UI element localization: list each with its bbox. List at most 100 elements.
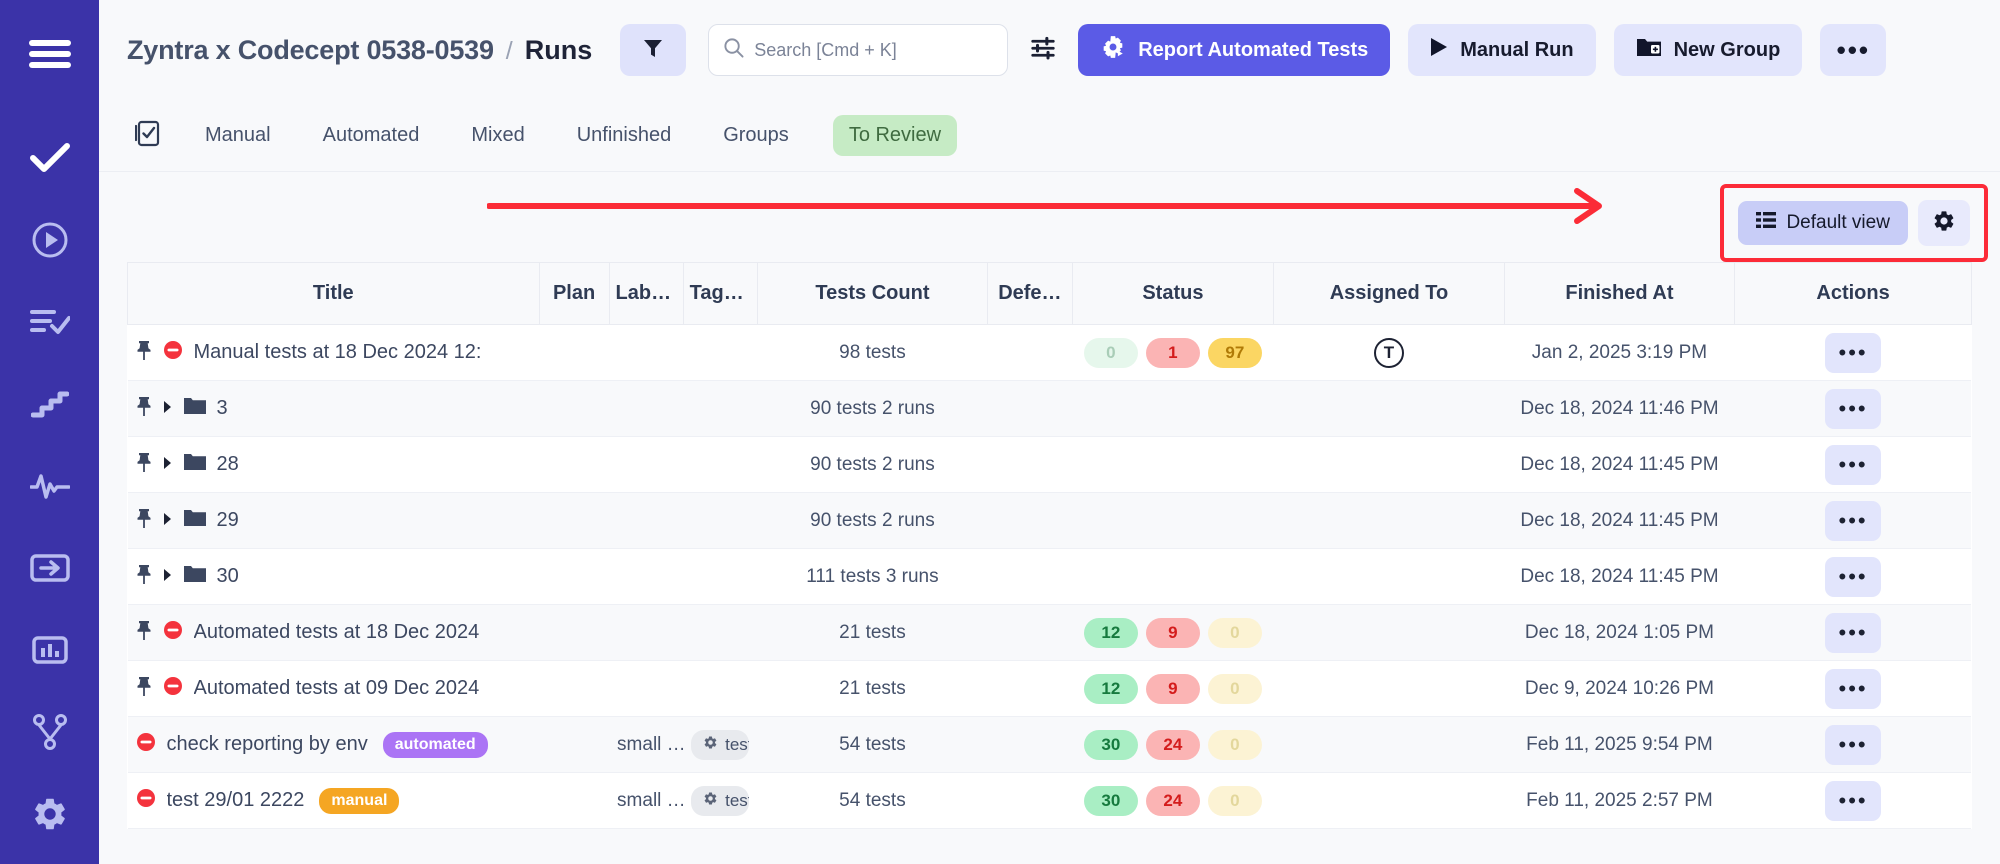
cell-title[interactable]: 29 bbox=[127, 492, 540, 549]
column-header-assigned-to[interactable]: Assigned To bbox=[1273, 262, 1505, 325]
tab-to-review[interactable]: To Review bbox=[832, 115, 958, 156]
row-actions-button[interactable]: ••• bbox=[1825, 388, 1882, 429]
tag-chip[interactable]: test bbox=[691, 785, 750, 816]
tab-all-icon[interactable] bbox=[127, 119, 179, 153]
tab-manual[interactable]: Manual bbox=[179, 124, 297, 147]
cell-title[interactable]: test 29/01 2222 manual bbox=[127, 772, 540, 829]
column-header-labels[interactable]: Labels bbox=[608, 262, 684, 325]
sidebar-item-plans[interactable] bbox=[18, 290, 82, 354]
cell-actions: ••• bbox=[1734, 436, 1972, 493]
cell-tags bbox=[683, 604, 758, 661]
play-circle-icon bbox=[31, 221, 69, 259]
run-title[interactable]: 30 bbox=[217, 565, 239, 588]
run-title[interactable]: 29 bbox=[217, 509, 239, 532]
tag-label: test bbox=[725, 790, 749, 810]
row-actions-button[interactable]: ••• bbox=[1825, 444, 1882, 485]
default-view-button[interactable]: Default view bbox=[1738, 201, 1908, 245]
list-check-icon bbox=[29, 307, 70, 337]
column-header-tests-count[interactable]: Tests Count bbox=[756, 262, 989, 325]
cell-title[interactable]: Manual tests at 18 Dec 2024 12: bbox=[127, 324, 540, 381]
column-header-status[interactable]: Status bbox=[1071, 262, 1275, 325]
table-row[interactable]: Manual tests at 18 Dec 2024 12: 98 tests 0… bbox=[127, 324, 1972, 381]
pin-icon[interactable] bbox=[136, 508, 152, 534]
row-actions-button[interactable]: ••• bbox=[1825, 724, 1882, 765]
manual-run-button[interactable]: Manual Run bbox=[1408, 24, 1596, 76]
tab-unfinished[interactable]: Unfinished bbox=[551, 124, 698, 147]
cell-title[interactable]: Automated tests at 09 Dec 2024 bbox=[127, 660, 540, 717]
table-row[interactable]: Automated tests at 09 Dec 2024 21 tests 12… bbox=[127, 660, 1972, 717]
table-row[interactable]: 29 90 tests 2 runs Dec 18, 2024 11:45 PM ••… bbox=[127, 492, 1972, 549]
table-row[interactable]: 28 90 tests 2 runs Dec 18, 2024 11:45 PM ••… bbox=[127, 436, 1972, 493]
row-actions-button[interactable]: ••• bbox=[1825, 332, 1882, 373]
row-actions-button[interactable]: ••• bbox=[1825, 556, 1882, 597]
column-header-finished-at[interactable]: Finished At bbox=[1503, 262, 1736, 325]
table-row[interactable]: test 29/01 2222 manual small … test 54 tests… bbox=[127, 772, 1972, 829]
run-title[interactable]: 28 bbox=[217, 453, 239, 476]
tag-chip[interactable]: test bbox=[691, 729, 750, 760]
cell-title[interactable]: 3 bbox=[127, 380, 540, 437]
sidebar-item-activity[interactable] bbox=[18, 454, 82, 518]
cell-title[interactable]: check reporting by env automated bbox=[127, 716, 540, 773]
avatar[interactable]: T bbox=[1373, 337, 1404, 368]
tab-mixed[interactable]: Mixed bbox=[445, 124, 550, 147]
table-row[interactable]: check reporting by env automated small … te… bbox=[127, 716, 1972, 773]
status-badges: 0 1 97 bbox=[1080, 337, 1266, 368]
expand-caret-icon[interactable] bbox=[163, 454, 173, 476]
run-title[interactable]: Automated tests at 09 Dec 2024 bbox=[194, 677, 480, 700]
cell-actions: ••• bbox=[1734, 660, 1972, 717]
sidebar-item-import[interactable] bbox=[18, 536, 82, 600]
column-header-defects[interactable]: Defe… bbox=[987, 262, 1073, 325]
pin-icon[interactable] bbox=[136, 396, 152, 422]
row-actions-button[interactable]: ••• bbox=[1825, 612, 1882, 653]
tab-automated[interactable]: Automated bbox=[297, 124, 446, 147]
run-title[interactable]: check reporting by env bbox=[167, 733, 368, 756]
red-arrow-annotation bbox=[487, 188, 1602, 224]
filter-button[interactable] bbox=[620, 24, 687, 76]
cell-title[interactable]: Automated tests at 18 Dec 2024 bbox=[127, 604, 540, 661]
new-group-button[interactable]: New Group bbox=[1613, 24, 1803, 76]
table-row[interactable]: 30 111 tests 3 runs Dec 18, 2024 11:45 PM •… bbox=[127, 548, 1972, 605]
expand-caret-icon[interactable] bbox=[163, 510, 173, 532]
expand-caret-icon[interactable] bbox=[163, 398, 173, 420]
git-branch-icon bbox=[32, 714, 67, 750]
sidebar-item-tests[interactable] bbox=[18, 126, 82, 190]
search-box[interactable] bbox=[708, 24, 1009, 76]
sidebar-item-analytics[interactable] bbox=[18, 618, 82, 682]
expand-caret-icon[interactable] bbox=[163, 566, 173, 588]
sidebar-item-integrations[interactable] bbox=[18, 700, 82, 764]
run-title[interactable]: Manual tests at 18 Dec 2024 12: bbox=[194, 341, 482, 364]
search-input[interactable] bbox=[754, 39, 994, 61]
tab-groups[interactable]: Groups bbox=[697, 124, 815, 147]
cell-plan bbox=[539, 716, 610, 773]
sidebar-item-settings[interactable] bbox=[18, 782, 82, 846]
breadcrumb-project[interactable]: Zyntra x Codecept 0538-0539 bbox=[127, 35, 494, 66]
sidebar-item-runs[interactable] bbox=[18, 208, 82, 272]
view-settings-button[interactable] bbox=[1917, 200, 1970, 246]
column-header-plan[interactable]: Plan bbox=[538, 262, 610, 325]
run-title[interactable]: test 29/01 2222 bbox=[167, 789, 305, 812]
cell-plan bbox=[539, 492, 610, 549]
menu-toggle[interactable] bbox=[18, 22, 82, 86]
column-header-title[interactable]: Title bbox=[127, 262, 540, 325]
report-automated-tests-button[interactable]: Report Automated Tests bbox=[1078, 24, 1391, 76]
cell-title[interactable]: 30 bbox=[127, 548, 540, 605]
table-row[interactable]: Automated tests at 18 Dec 2024 21 tests 12… bbox=[127, 604, 1972, 661]
column-header-actions[interactable]: Actions bbox=[1734, 262, 1972, 325]
row-actions-button[interactable]: ••• bbox=[1825, 780, 1882, 821]
sidebar-item-steps[interactable] bbox=[18, 372, 82, 436]
pin-icon[interactable] bbox=[136, 340, 152, 366]
pin-icon[interactable] bbox=[136, 564, 152, 590]
pin-icon[interactable] bbox=[136, 620, 152, 646]
row-actions-button[interactable]: ••• bbox=[1825, 500, 1882, 541]
run-title[interactable]: 3 bbox=[217, 397, 228, 420]
more-options-button[interactable]: ••• bbox=[1820, 24, 1887, 76]
row-actions-button[interactable]: ••• bbox=[1825, 668, 1882, 709]
column-header-tags[interactable]: Tags… bbox=[682, 262, 758, 325]
table-row[interactable]: 3 90 tests 2 runs Dec 18, 2024 11:46 PM ••• bbox=[127, 380, 1972, 437]
column-settings-button[interactable] bbox=[1026, 33, 1060, 67]
cell-title[interactable]: 28 bbox=[127, 436, 540, 493]
pin-icon[interactable] bbox=[136, 676, 152, 702]
run-title[interactable]: Automated tests at 18 Dec 2024 bbox=[194, 621, 480, 644]
pin-icon[interactable] bbox=[136, 452, 152, 478]
cell-labels bbox=[609, 436, 684, 493]
